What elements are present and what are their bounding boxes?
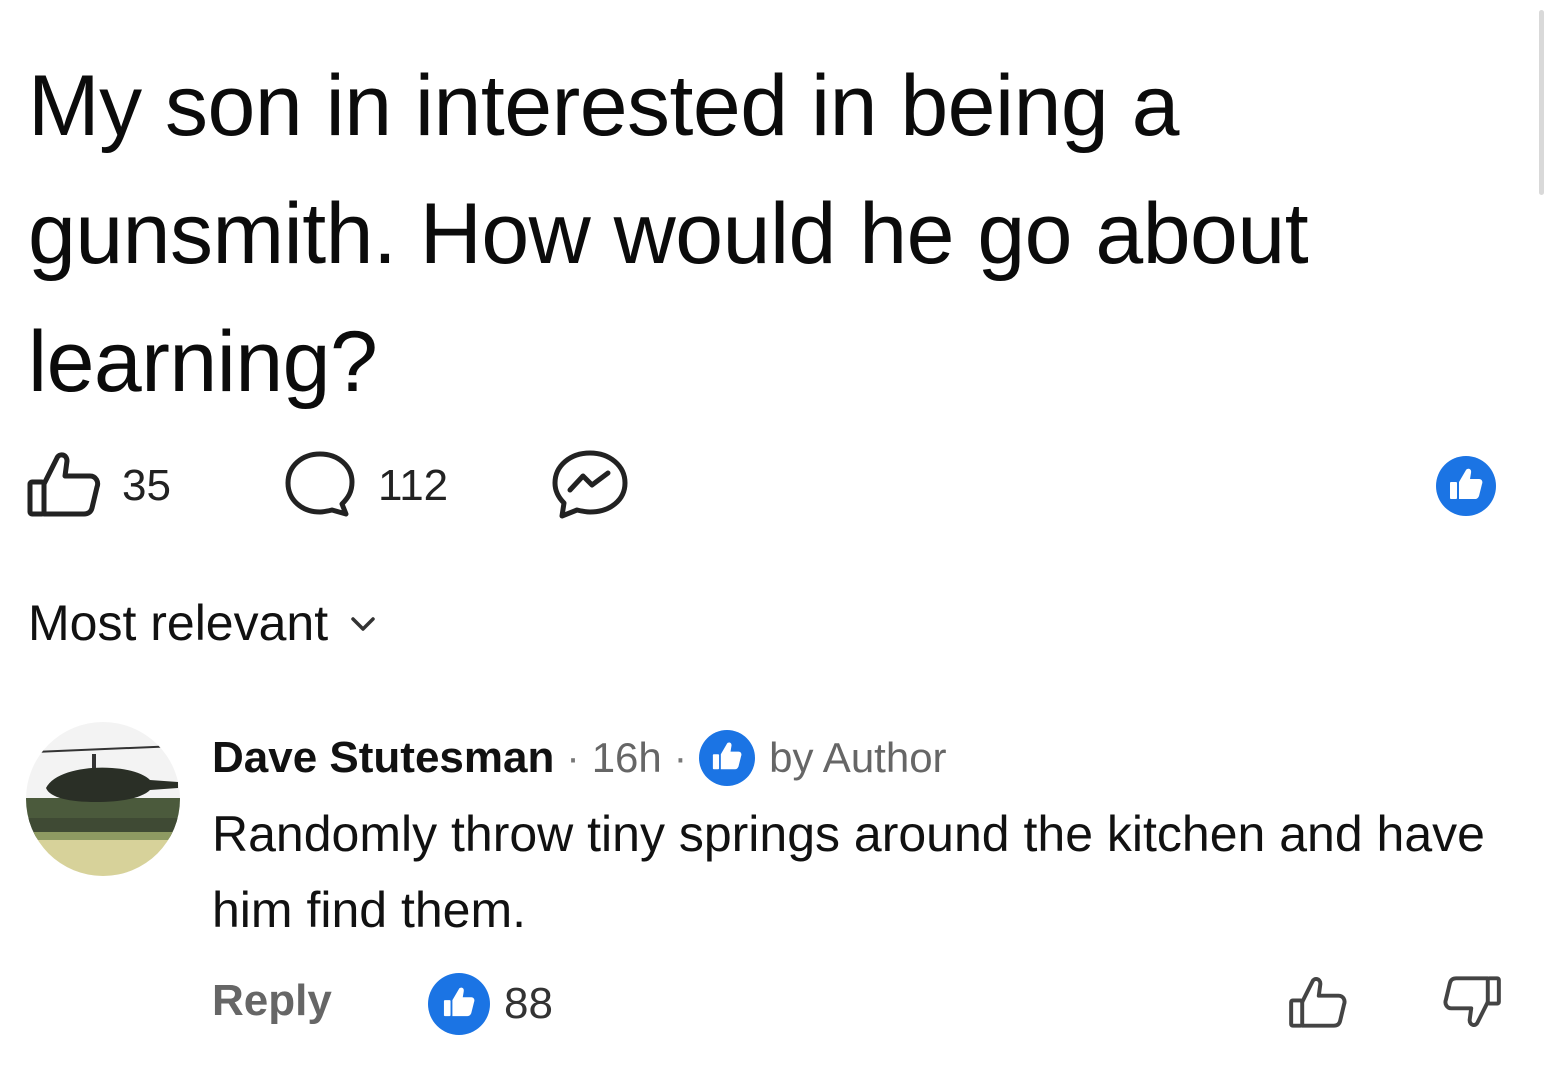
- author-liked-badge: [699, 730, 756, 786]
- messenger-icon: [550, 448, 630, 525]
- reply-button[interactable]: Reply: [212, 976, 332, 1026]
- comment-timestamp[interactable]: 16h: [592, 734, 662, 782]
- comment-button[interactable]: 112: [282, 450, 448, 522]
- post-title: My son in interested in being a gunsmith…: [28, 58, 1309, 410]
- thumbs-up-outline-icon: [1288, 977, 1348, 1036]
- speech-bubble-icon: [282, 448, 358, 525]
- comment: Dave Stutesman · 16h · by Author Randoml…: [212, 726, 1512, 948]
- comment-count: 112: [378, 461, 449, 510]
- avatar[interactable]: [26, 722, 180, 876]
- comment-author[interactable]: Dave Stutesman: [212, 733, 554, 783]
- thumbs-up-filled-icon: [442, 986, 476, 1023]
- like-button[interactable]: 35: [26, 450, 171, 522]
- like-reaction-badge: [428, 973, 490, 1035]
- comment-like-count: 88: [504, 979, 553, 1028]
- comment-meta: Dave Stutesman · 16h · by Author: [212, 726, 1512, 790]
- like-count: 35: [122, 461, 171, 510]
- reaction-like-badge: [1436, 456, 1496, 516]
- thumbs-up-filled-icon: [1448, 467, 1484, 506]
- comment-likes[interactable]: 88: [428, 968, 553, 1040]
- scrollbar[interactable]: [1539, 10, 1544, 195]
- comment-actions: Reply 88: [212, 968, 1532, 1040]
- separator-dot: ·: [673, 735, 688, 780]
- post-stats-bar: 35 112: [26, 450, 1526, 522]
- upvote-button[interactable]: [1288, 972, 1348, 1037]
- sort-label: Most relevant: [28, 595, 329, 651]
- thumbs-down-outline-icon: [1442, 976, 1502, 1036]
- chevron-down-icon: [350, 616, 376, 637]
- comment-sort-dropdown[interactable]: Most relevant: [28, 594, 376, 652]
- comment-text: Randomly throw tiny springs around the k…: [212, 806, 1485, 938]
- send-message-button[interactable]: [550, 450, 630, 522]
- liked-by-author-label: by Author: [769, 734, 947, 781]
- thumbs-up-filled-icon: [711, 741, 743, 776]
- separator-dot: ·: [566, 735, 580, 780]
- downvote-button[interactable]: [1442, 972, 1502, 1037]
- thumbs-up-outline-icon: [26, 448, 102, 525]
